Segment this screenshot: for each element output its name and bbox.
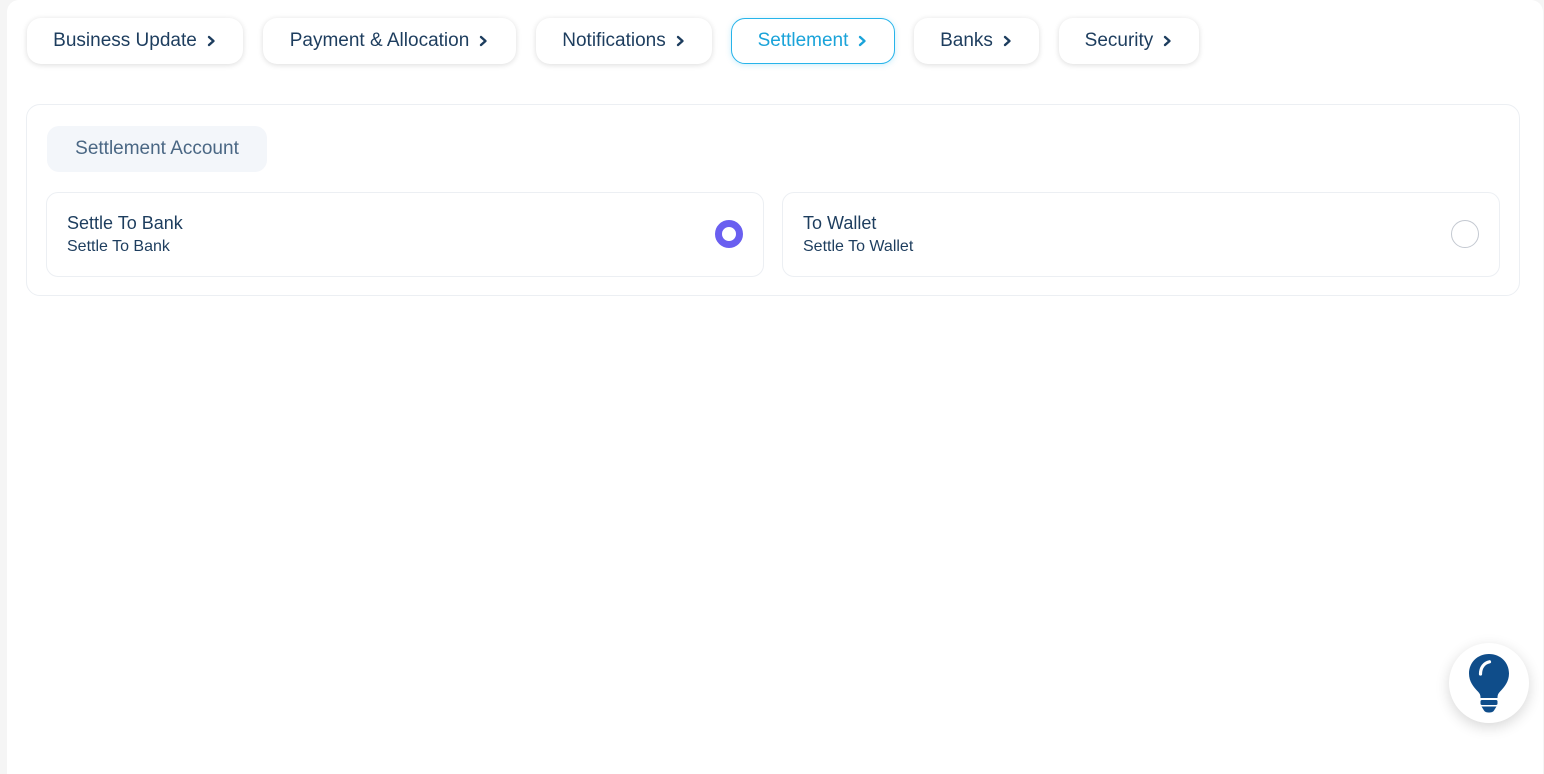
option-title: To Wallet [803, 213, 877, 233]
help-tips-button[interactable] [1449, 643, 1529, 723]
option-subtitle: Settle To Wallet [803, 238, 914, 255]
chevron-right-icon [207, 35, 215, 47]
settlement-account-card: Settlement Account Settle To Bank Settle… [26, 104, 1520, 296]
tab-payment-allocation[interactable]: Payment & Allocation [263, 18, 516, 64]
tab-label: Banks [940, 30, 993, 51]
chevron-right-icon [1164, 35, 1172, 47]
section-title: Settlement Account [47, 126, 267, 172]
tab-settlement[interactable]: Settlement [731, 18, 895, 64]
option-to-wallet[interactable]: To Wallet Settle To Wallet [782, 192, 1500, 277]
lightbulb-icon [1469, 654, 1509, 713]
option-title: Settle To Bank [67, 213, 183, 233]
tab-notifications[interactable]: Notifications [536, 18, 712, 64]
chevron-right-icon [859, 35, 867, 47]
tab-business-update[interactable]: Business Update [27, 18, 243, 64]
chevron-right-icon [676, 35, 684, 47]
radio-settle-to-bank[interactable] [715, 220, 743, 248]
tab-banks[interactable]: Banks [914, 18, 1039, 64]
option-subtitle: Settle To Bank [67, 238, 170, 255]
option-settle-to-bank[interactable]: Settle To Bank Settle To Bank [46, 192, 764, 277]
tab-label: Security [1084, 30, 1154, 51]
tab-security[interactable]: Security [1059, 18, 1199, 64]
tab-label: Payment & Allocation [289, 30, 470, 51]
chevron-right-icon [1003, 35, 1011, 47]
tab-label: Notifications [562, 30, 666, 51]
tab-label: Settlement [757, 30, 849, 51]
settings-page: Business Update Payment & Allocation Not… [7, 0, 1543, 774]
chevron-right-icon [480, 35, 487, 47]
radio-to-wallet[interactable] [1451, 220, 1479, 248]
tab-label: Business Update [53, 30, 197, 51]
